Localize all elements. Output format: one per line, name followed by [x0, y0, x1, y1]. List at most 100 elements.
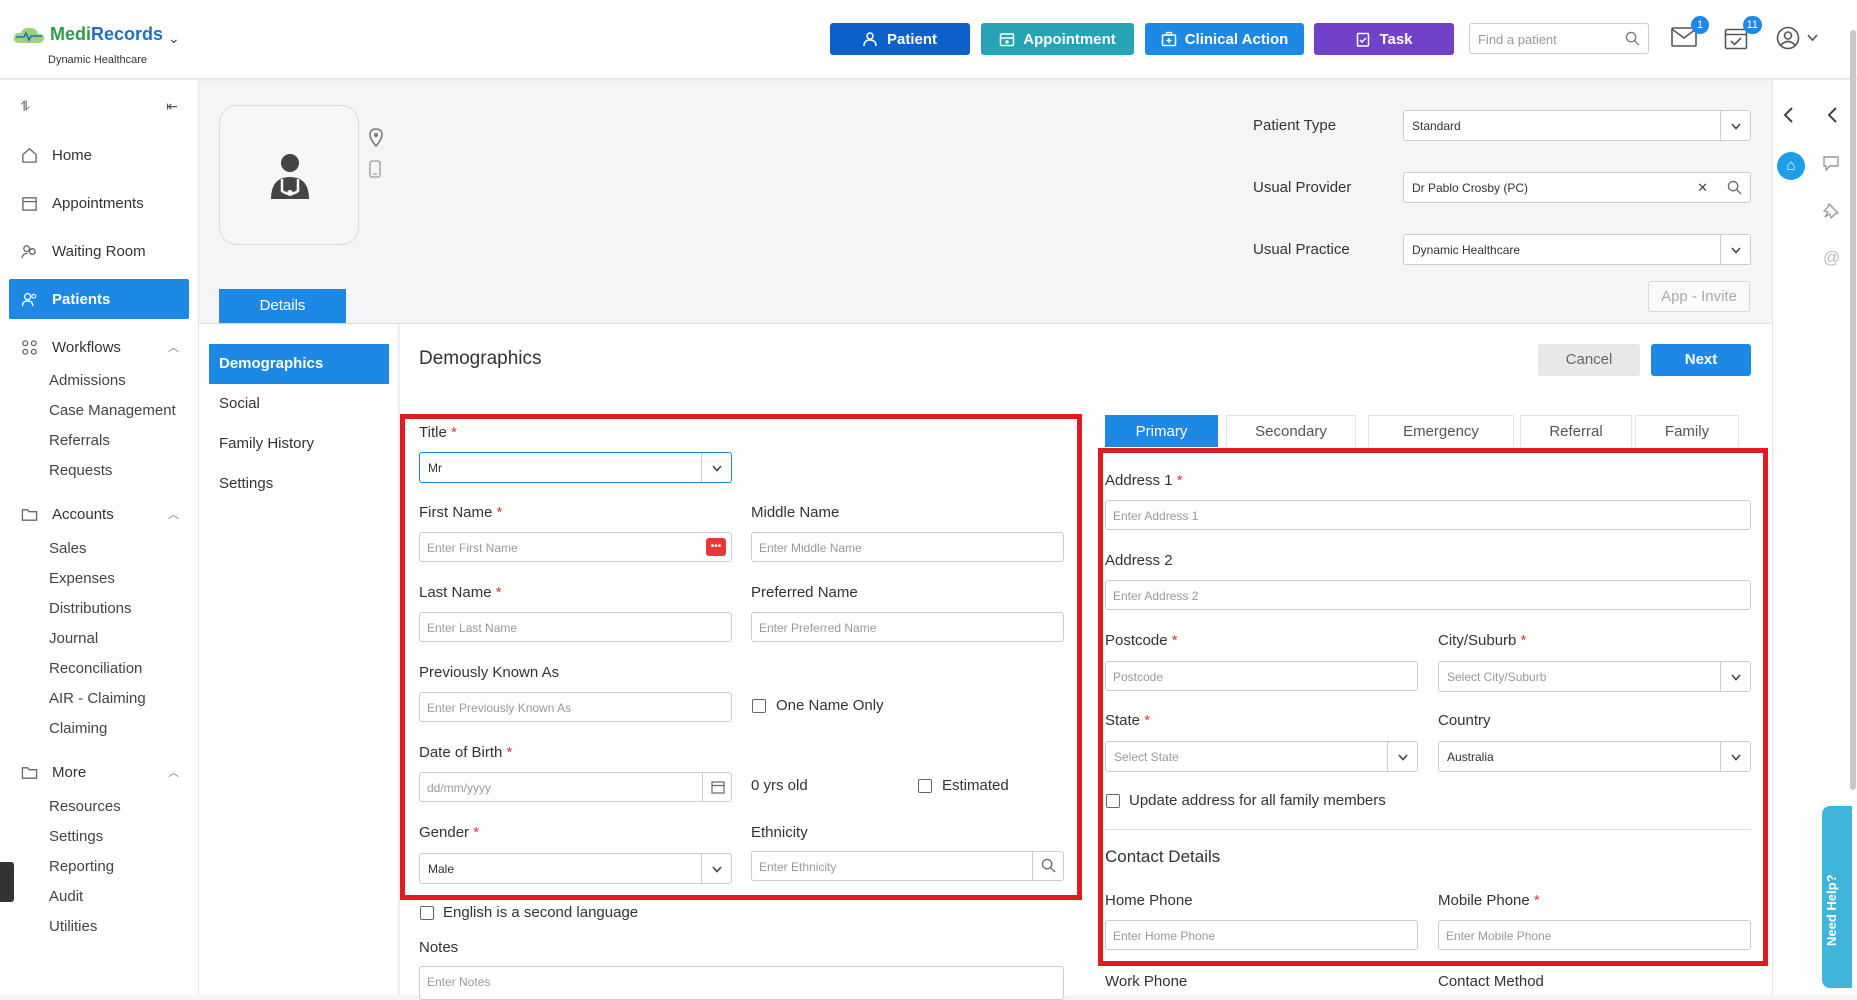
sidebar-item-label: Appointments	[52, 194, 144, 212]
sidebar-subitem-referrals[interactable]: Referrals	[49, 432, 110, 449]
sidebar-item-label: Workflows	[52, 338, 121, 356]
collapse-sidebar-icon[interactable]: ⇤	[166, 98, 178, 115]
sidebar-subitem-audit[interactable]: Audit	[49, 888, 83, 905]
menu-item-social[interactable]: Social	[209, 384, 389, 424]
sidebar-subitem-claiming[interactable]: Claiming	[49, 720, 107, 737]
task-button[interactable]: Task	[1314, 23, 1454, 55]
sidebar-subitem-reporting[interactable]: Reporting	[49, 858, 114, 875]
tab-emergency[interactable]: Emergency	[1368, 415, 1514, 447]
tasks-button[interactable]: 11	[1724, 16, 1762, 54]
sidebar-item-appointments[interactable]: Appointments	[9, 183, 189, 223]
top-bar: MediRecords Dynamic Healthcare ⌄ Patient…	[0, 0, 1857, 79]
scrollbar[interactable]	[1850, 30, 1856, 790]
english-second-language-checkbox[interactable]	[420, 906, 434, 920]
sidebar-item-patients[interactable]: Patients	[9, 279, 189, 319]
mention-icon[interactable]: @	[1823, 248, 1840, 268]
cloud-logo-icon	[13, 27, 45, 43]
search-icon[interactable]	[1625, 31, 1640, 46]
sidebar-subitem-utilities[interactable]: Utilities	[49, 918, 97, 935]
sidebar-subitem-air-claiming[interactable]: AIR - Claiming	[49, 690, 146, 707]
patient-button-label: Patient	[886, 30, 937, 48]
menu-item-family-history[interactable]: Family History	[209, 424, 389, 464]
pin-icon[interactable]	[1822, 202, 1840, 220]
app-logo[interactable]: MediRecords	[12, 24, 163, 45]
find-patient-input[interactable]: Find a patient	[1469, 23, 1649, 54]
next-button[interactable]: Next	[1651, 344, 1751, 376]
sidebar-item-label: Patients	[52, 290, 111, 308]
chevron-left-icon[interactable]	[1782, 106, 1794, 124]
folder-icon	[21, 766, 38, 779]
app-name: MediRecords	[50, 24, 164, 44]
sidebar-subitem-reconciliation[interactable]: Reconciliation	[49, 660, 142, 677]
chevron-up-icon: ︿	[168, 342, 179, 354]
notes-placeholder: Enter Notes	[427, 975, 491, 989]
menu-item-settings[interactable]: Settings	[209, 464, 389, 504]
folder-icon	[21, 508, 38, 521]
sidebar-subitem-sales[interactable]: Sales	[49, 540, 87, 557]
chevron-left-icon[interactable]	[1826, 106, 1838, 124]
patient-avatar[interactable]	[219, 105, 359, 245]
mail-count-badge: 1	[1691, 16, 1709, 34]
practice-name: Dynamic Healthcare	[48, 54, 148, 66]
tab-family[interactable]: Family	[1635, 415, 1739, 447]
chevron-up-icon: ︿	[168, 509, 179, 521]
user-menu-button[interactable]	[1776, 26, 1822, 54]
sidebar-subitem-admissions[interactable]: Admissions	[49, 372, 126, 389]
patient-type-label: Patient Type	[1253, 117, 1337, 134]
tab-secondary[interactable]: Secondary	[1226, 415, 1356, 447]
medical-case-icon	[1161, 31, 1176, 47]
clipboard-check-icon	[1357, 32, 1370, 47]
usual-practice-value: Dynamic Healthcare	[1412, 243, 1521, 257]
mobile-phone-icon[interactable]	[369, 160, 381, 178]
app-invite-button[interactable]: App - Invite	[1648, 281, 1750, 312]
usual-practice-select[interactable]: Dynamic Healthcare	[1403, 234, 1751, 265]
usual-provider-value: Dr Pablo Crosby (PC)	[1412, 181, 1529, 195]
sidebar-subitem-case-management[interactable]: Case Management	[49, 402, 176, 419]
appointment-button[interactable]: Appointment	[981, 23, 1134, 55]
notes-label: Notes	[419, 939, 459, 956]
side-panel-toggle[interactable]	[0, 862, 14, 902]
chevron-down-icon[interactable]: ⌄	[168, 30, 180, 47]
chevron-down-icon[interactable]	[1720, 235, 1750, 264]
patient-type-value: Standard	[1412, 119, 1461, 133]
appointment-button-label: Appointment	[1023, 30, 1116, 48]
home-icon	[22, 147, 37, 163]
tab-primary[interactable]: Primary	[1105, 415, 1218, 447]
english-second-language-label: English is a second language	[443, 904, 639, 921]
sidebar-subitem-resources[interactable]: Resources	[49, 798, 121, 815]
usual-provider-field[interactable]: Dr Pablo Crosby (PC) ✕	[1403, 172, 1751, 203]
location-pin-icon[interactable]	[369, 128, 383, 148]
clear-icon[interactable]: ✕	[1697, 180, 1708, 196]
usual-provider-label: Usual Provider	[1253, 179, 1352, 196]
sidebar-subitem-requests[interactable]: Requests	[49, 462, 112, 479]
chevron-down-icon[interactable]	[1720, 111, 1750, 140]
sidebar-item-label: Home	[52, 146, 93, 164]
mail-button[interactable]: 1	[1671, 16, 1709, 54]
tag-icon[interactable]: ⌂	[1777, 152, 1805, 180]
chat-icon[interactable]	[1822, 154, 1840, 172]
need-help-label: Need Help?	[1824, 874, 1839, 946]
sidebar-subitem-expenses[interactable]: Expenses	[49, 570, 115, 587]
clinical-action-button[interactable]: Clinical Action	[1145, 23, 1304, 55]
sidebar-item-waiting-room[interactable]: Waiting Room	[9, 231, 189, 271]
sidebar-subitem-settings[interactable]: Settings	[49, 828, 103, 845]
menu-item-demographics[interactable]: Demographics	[209, 344, 389, 384]
user-circle-icon	[1776, 26, 1800, 50]
sidebar-subitem-distributions[interactable]: Distributions	[49, 600, 132, 617]
cancel-button[interactable]: Cancel	[1538, 344, 1640, 376]
patient-button[interactable]: Patient	[830, 23, 970, 55]
patient-type-select[interactable]: Standard	[1403, 110, 1751, 141]
sidebar-item-accounts[interactable]: Accounts ︿	[9, 494, 189, 534]
sidebar-subitem-journal[interactable]: Journal	[49, 630, 98, 647]
sidebar-item-workflows[interactable]: Workflows ︿	[9, 327, 189, 367]
tab-details[interactable]: Details	[219, 289, 346, 323]
sidebar-item-home[interactable]: Home	[9, 135, 189, 175]
tab-referral[interactable]: Referral	[1520, 415, 1632, 447]
tasks-count-badge: 11	[1742, 16, 1762, 34]
pin-sidebar-icon[interactable]: ⥮	[20, 98, 30, 115]
sidebar-item-more[interactable]: More ︿	[9, 752, 189, 792]
patient-section-menu: Demographics Social Family History Setti…	[199, 324, 399, 995]
highlight-box-address	[1098, 448, 1768, 966]
need-help-tab[interactable]: Need Help?	[1822, 806, 1852, 988]
search-icon[interactable]	[1727, 180, 1742, 195]
